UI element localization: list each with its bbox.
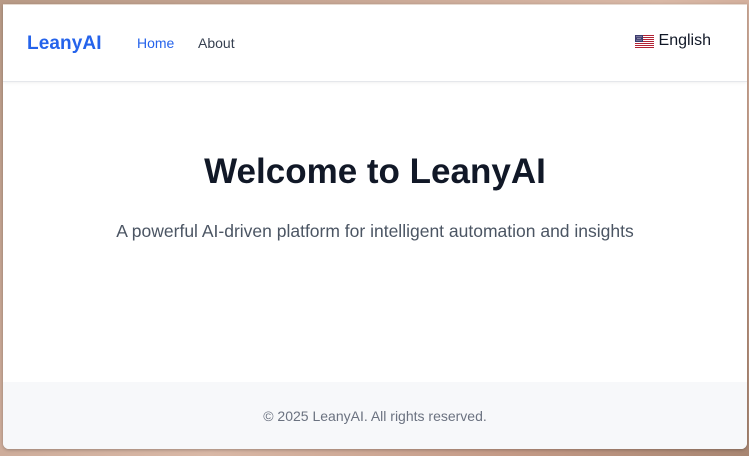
nav-link-home[interactable]: Home bbox=[137, 35, 174, 51]
us-flag-icon bbox=[634, 34, 654, 48]
browser-window: LeanyAI Home About English Welcome to Le… bbox=[3, 4, 747, 449]
hero-section: Welcome to LeanyAI A powerful AI-driven … bbox=[3, 82, 747, 382]
hero-title: Welcome to LeanyAI bbox=[204, 152, 546, 191]
language-label: English bbox=[658, 32, 711, 49]
nav-link-about[interactable]: About bbox=[198, 35, 235, 51]
language-selector[interactable]: English bbox=[634, 32, 711, 50]
footer: © 2025 LeanyAI. All rights reserved. bbox=[3, 382, 747, 449]
navbar: LeanyAI Home About English bbox=[3, 5, 747, 82]
brand-logo-link[interactable]: LeanyAI bbox=[27, 33, 102, 55]
hero-subtitle: A powerful AI-driven platform for intell… bbox=[116, 221, 634, 241]
footer-copyright: © 2025 LeanyAI. All rights reserved. bbox=[263, 408, 487, 424]
